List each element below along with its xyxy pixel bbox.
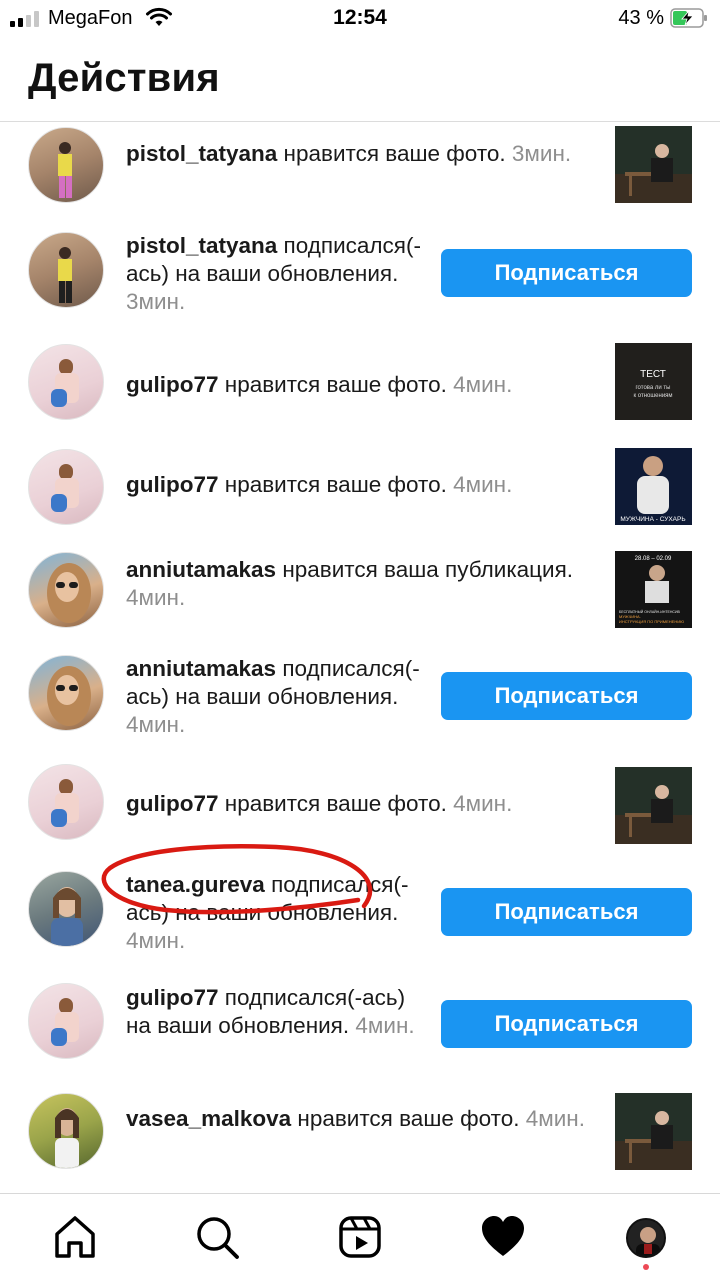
activity-row[interactable]: gulipo77 нравится ваше фото. 4мин. ТЕСТ г… xyxy=(0,341,720,447)
user-avatar[interactable] xyxy=(28,983,104,1059)
clock: 12:54 xyxy=(333,6,387,29)
search-icon[interactable] xyxy=(194,1214,240,1260)
bottom-tab-bar xyxy=(0,1194,720,1280)
username[interactable]: gulipo77 xyxy=(126,472,219,497)
user-avatar[interactable] xyxy=(28,449,104,525)
activity-row[interactable]: tanea.gureva подписался(-ась) на ваши об… xyxy=(0,865,720,981)
svg-text:ИНСТРУКЦИЯ ПО ПРИМЕНЕНИЮ: ИНСТРУКЦИЯ ПО ПРИМЕНЕНИЮ xyxy=(619,619,684,624)
heart-icon[interactable] xyxy=(480,1214,526,1260)
status-bar: MegaFon 12:54 43 % xyxy=(0,0,720,40)
activity-row[interactable]: anniutamakas подписался(-ась) на ваши об… xyxy=(0,655,720,769)
username[interactable]: pistol_tatyana xyxy=(126,141,277,166)
post-thumbnail[interactable] xyxy=(615,767,692,844)
user-avatar[interactable] xyxy=(28,1093,104,1169)
activity-row[interactable]: vasea_malkova нравится ваше фото. 4мин. xyxy=(0,1091,720,1192)
svg-text:28.08 – 02.09: 28.08 – 02.09 xyxy=(635,556,672,562)
post-thumbnail[interactable]: 28.08 – 02.09 БЕСПЛАТНЫЙ ОНЛАЙН-ИНТЕНСИВ М… xyxy=(615,551,692,628)
post-thumbnail[interactable] xyxy=(615,126,692,203)
activity-text: pistol_tatyana нравится ваше фото. 3мин. xyxy=(126,141,572,166)
username[interactable]: gulipo77 xyxy=(126,791,219,816)
activity-row[interactable]: pistol_tatyana нравится ваше фото. 3мин. xyxy=(0,122,720,228)
activity-text: tanea.gureva подписался(-ась) на ваши об… xyxy=(126,872,409,953)
activity-row[interactable]: gulipo77 нравится ваше фото. 4мин. МУЖЧИ… xyxy=(0,447,720,551)
home-icon[interactable] xyxy=(52,1214,98,1260)
user-avatar[interactable] xyxy=(28,552,104,628)
user-avatar[interactable] xyxy=(28,232,104,308)
activity-row[interactable]: pistol_tatyana подписался(-ась) на ваши … xyxy=(0,228,720,341)
post-thumbnail[interactable]: МУЖЧИНА - СУХАРЬ xyxy=(615,448,692,525)
activity-text: pistol_tatyana подписался(-ась) на ваши … xyxy=(126,233,421,314)
post-thumbnail[interactable] xyxy=(615,1093,692,1170)
user-avatar[interactable] xyxy=(28,764,104,840)
username[interactable]: gulipo77 xyxy=(126,372,219,397)
activity-row[interactable]: gulipo77 нравится ваше фото. 4мин. xyxy=(0,764,720,865)
profile-avatar[interactable] xyxy=(626,1218,666,1258)
activity-text: anniutamakas подписался(-ась) на ваши об… xyxy=(126,656,420,737)
user-avatar[interactable] xyxy=(28,871,104,947)
activity-row[interactable]: anniutamakas нравится ваша публикация. 4… xyxy=(0,551,720,655)
user-avatar[interactable] xyxy=(28,344,104,420)
svg-text:ТЕСТ: ТЕСТ xyxy=(640,369,666,380)
activity-text: anniutamakas нравится ваша публикация. 4… xyxy=(126,557,574,610)
username[interactable]: tanea.gureva xyxy=(126,872,265,897)
svg-text:к отношениям: к отношениям xyxy=(633,393,672,399)
svg-text:готова ли ты: готова ли ты xyxy=(636,385,671,391)
reels-icon[interactable] xyxy=(337,1214,383,1260)
page-title: Действия xyxy=(28,56,220,100)
username[interactable]: gulipo77 xyxy=(126,985,219,1010)
activity-text: vasea_malkova нравится ваше фото. 4мин. xyxy=(126,1106,585,1131)
user-avatar[interactable] xyxy=(28,127,104,203)
activity-text: gulipo77 подписался(-ась) на ваши обновл… xyxy=(126,985,415,1038)
follow-button[interactable]: Подписаться xyxy=(441,888,692,936)
activity-text: gulipo77 нравится ваше фото. 4мин. xyxy=(126,372,513,397)
battery-percentage: 43 % xyxy=(618,7,664,29)
user-avatar[interactable] xyxy=(28,655,104,731)
svg-text:МУЖЧИНА - СУХАРЬ: МУЖЧИНА - СУХАРЬ xyxy=(620,516,685,523)
notification-dot xyxy=(643,1264,649,1270)
post-thumbnail[interactable]: ТЕСТ готова ли ты к отношениям xyxy=(615,343,692,420)
username[interactable]: anniutamakas xyxy=(126,557,276,582)
username[interactable]: anniutamakas xyxy=(126,656,276,681)
username[interactable]: pistol_tatyana xyxy=(126,233,277,258)
activity-text: gulipo77 нравится ваше фото. 4мин. xyxy=(126,791,513,816)
follow-button[interactable]: Подписаться xyxy=(441,672,692,720)
username[interactable]: vasea_malkova xyxy=(126,1106,291,1131)
follow-button[interactable]: Подписаться xyxy=(441,249,692,297)
activity-row[interactable]: gulipo77 подписался(-ась) на ваши обновл… xyxy=(0,981,720,1091)
activity-feed[interactable]: pistol_tatyana нравится ваше фото. 3мин.… xyxy=(0,122,720,1192)
follow-button[interactable]: Подписаться xyxy=(441,1000,692,1048)
activity-text: gulipo77 нравится ваше фото. 4мин. xyxy=(126,472,513,497)
battery-charging-icon xyxy=(670,8,707,28)
